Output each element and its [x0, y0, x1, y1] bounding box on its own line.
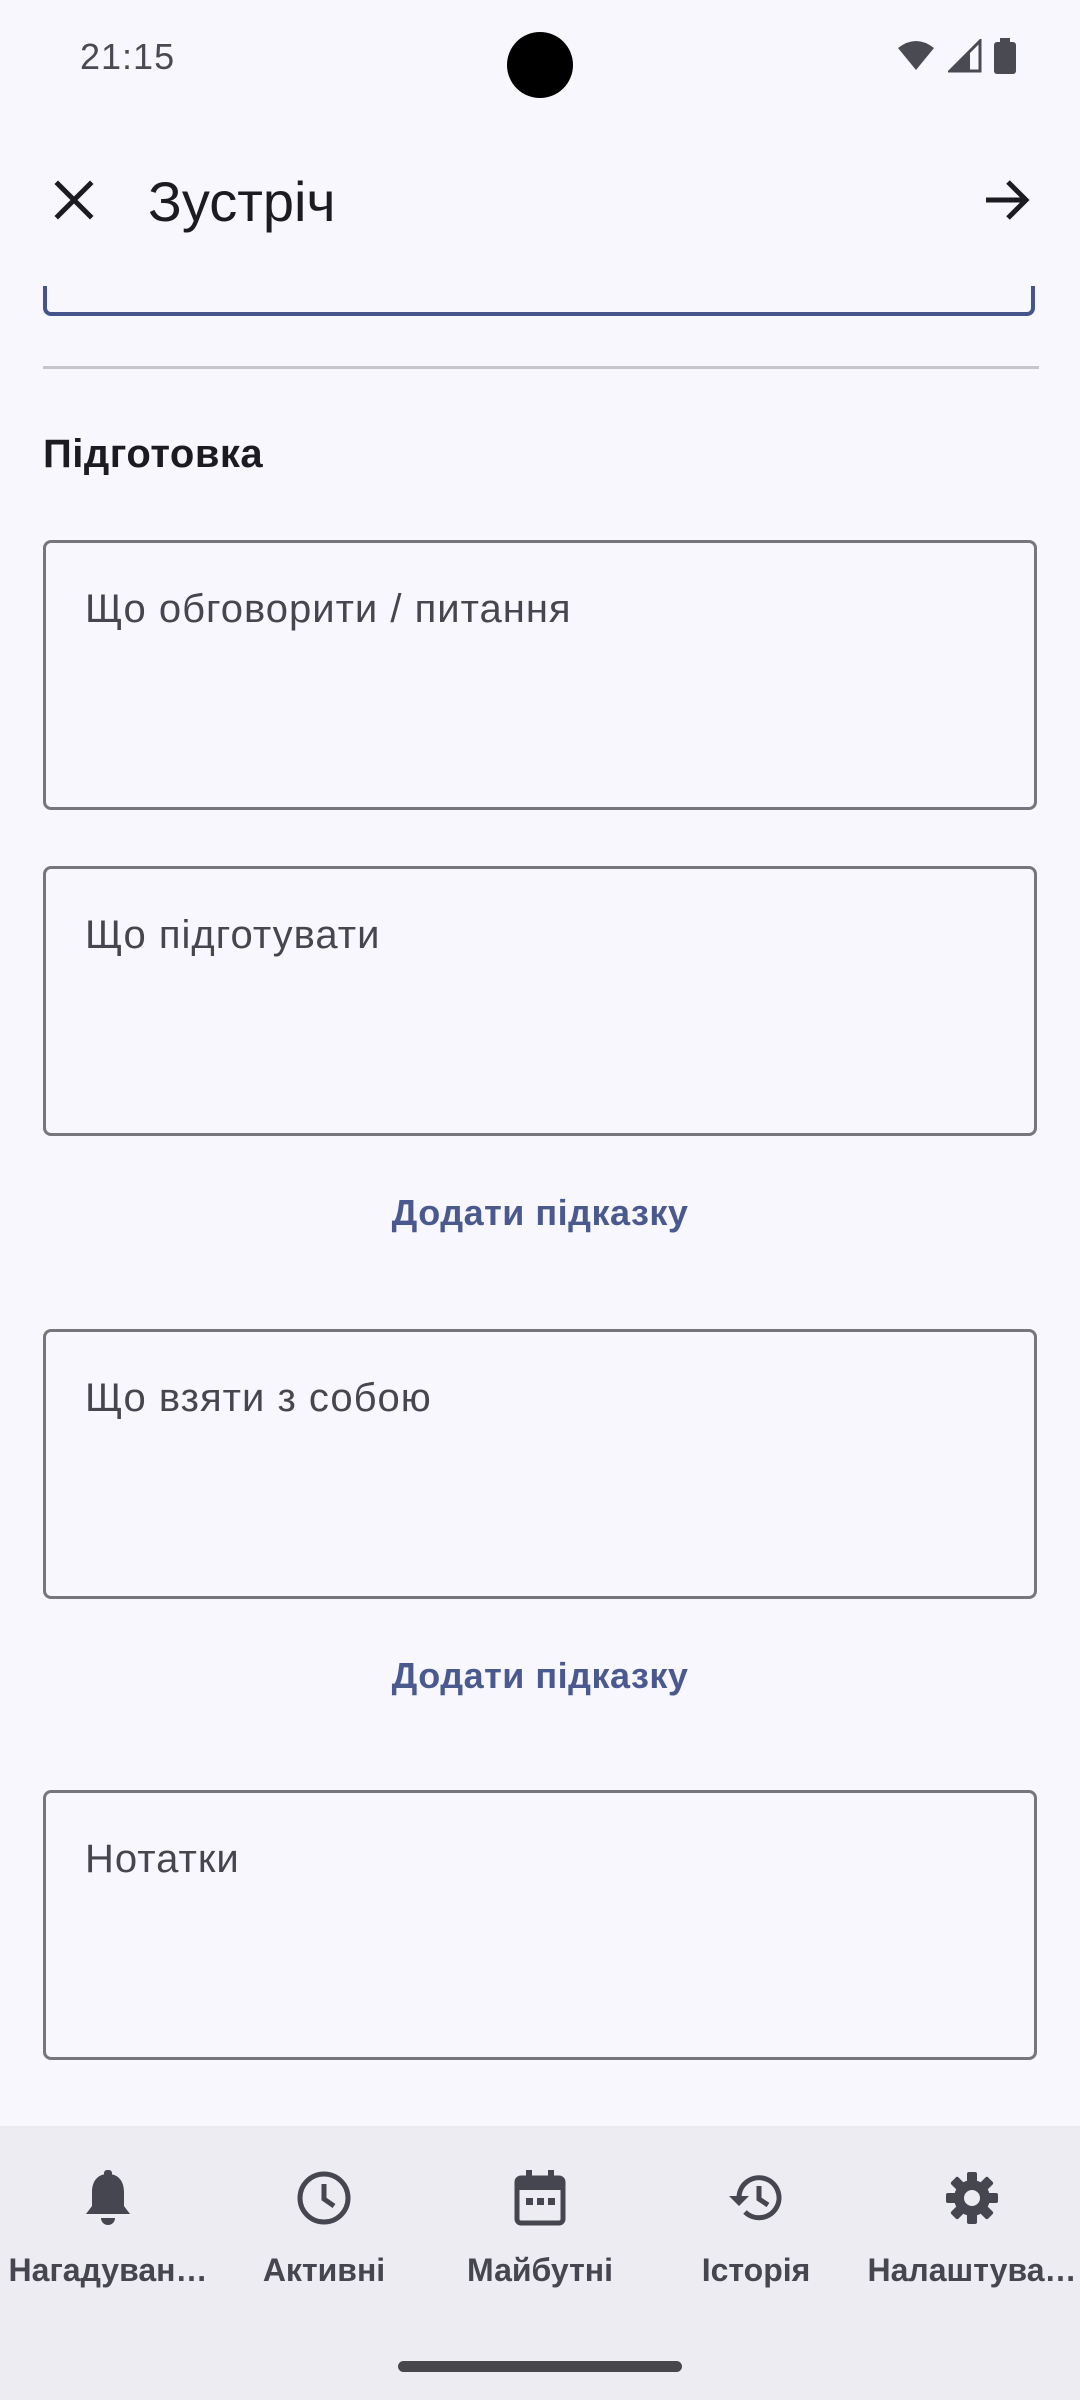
discussion-field[interactable]: Що обговорити / питання	[43, 540, 1037, 810]
page-title: Зустріч	[148, 170, 336, 233]
discussion-field-placeholder: Що обговорити / питання	[85, 587, 572, 631]
form-content[interactable]: Підготовка Що обговорити / питання Що пі…	[0, 286, 1080, 2126]
nav-item-history[interactable]: Історія	[648, 2126, 864, 2326]
divider	[43, 366, 1039, 369]
notes-field[interactable]: Нотатки	[43, 1790, 1037, 2060]
take-with-field-placeholder: Що взяти з собою	[85, 1376, 432, 1420]
section-title: Підготовка	[43, 432, 264, 476]
nav-item-active[interactable]: Активні	[216, 2126, 432, 2326]
nav-label-reminders: Нагадуван…	[8, 2252, 208, 2288]
history-icon	[724, 2166, 788, 2230]
screen: 21:15 Зустріч Підготовка Що обговорити /…	[0, 0, 1080, 2400]
nav-item-upcoming[interactable]: Майбутні	[432, 2126, 648, 2326]
prepare-field-placeholder: Що підготувати	[85, 913, 381, 957]
previous-field[interactable]	[43, 286, 1035, 316]
add-hint-button-2[interactable]: Додати підказку	[0, 1655, 1080, 1697]
close-icon	[52, 178, 96, 227]
calendar-icon	[508, 2166, 572, 2230]
next-button[interactable]	[976, 170, 1040, 234]
status-time: 21:15	[80, 36, 176, 77]
gear-icon	[940, 2166, 1004, 2230]
nav-item-settings[interactable]: Налаштува…	[864, 2126, 1080, 2326]
close-button[interactable]	[42, 170, 106, 234]
bottom-navigation: Нагадуван… Активні Майбутні Історія Нала…	[0, 2126, 1080, 2400]
home-indicator[interactable]	[398, 2361, 682, 2372]
nav-label-upcoming: Майбутні	[467, 2252, 613, 2288]
wifi-icon	[896, 40, 936, 77]
nav-label-settings: Налаштува…	[867, 2252, 1077, 2288]
bell-icon	[76, 2166, 140, 2230]
nav-label-history: Історія	[701, 2252, 811, 2288]
prepare-field[interactable]: Що підготувати	[43, 866, 1037, 1136]
battery-icon	[994, 38, 1016, 79]
camera-cutout	[507, 32, 573, 98]
nav-label-active: Активні	[262, 2252, 386, 2288]
cell-signal-icon	[946, 37, 982, 78]
clock-icon	[292, 2166, 356, 2230]
take-with-field[interactable]: Що взяти з собою	[43, 1329, 1037, 1599]
status-icons	[896, 37, 1016, 79]
status-bar: 21:15	[0, 0, 1080, 120]
notes-field-placeholder: Нотатки	[85, 1837, 240, 1881]
add-hint-button[interactable]: Додати підказку	[0, 1192, 1080, 1234]
nav-item-reminders[interactable]: Нагадуван…	[0, 2126, 216, 2326]
top-app-bar: Зустріч	[0, 140, 1080, 264]
arrow-forward-icon	[984, 178, 1032, 227]
